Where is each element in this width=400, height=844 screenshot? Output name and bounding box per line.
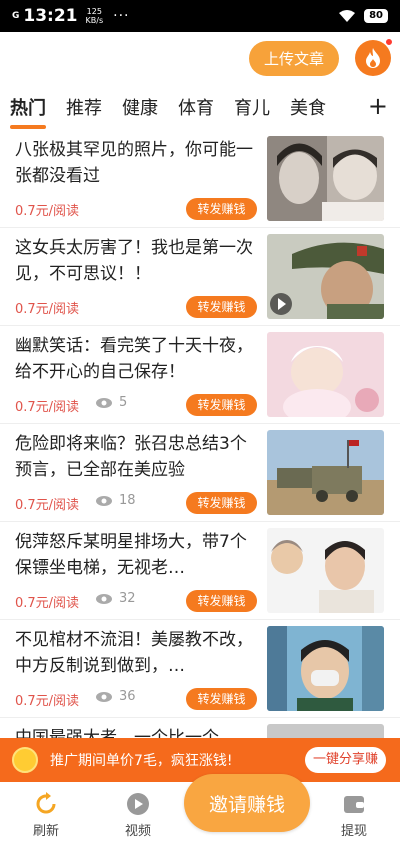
tab-parenting[interactable]: 育儿 xyxy=(234,94,270,120)
one-click-share-button[interactable]: 一键分享赚 xyxy=(304,747,386,773)
hot-fire-button[interactable] xyxy=(355,38,393,76)
share-earn-button[interactable]: 转发赚钱 xyxy=(186,296,257,318)
article-title: 这女兵太厉害了！我也是第一次见，不可思议！！ xyxy=(15,238,253,284)
coin-icon xyxy=(12,747,38,773)
share-earn-button[interactable]: 转发赚钱 xyxy=(186,394,257,416)
article-title: 八张极其罕见的照片，你可能一张都没看过 xyxy=(15,140,253,186)
article-feed: 八张极其罕见的照片，你可能一张都没看过 0.7元/阅读 转发赚钱 这女兵太厉害了… xyxy=(0,130,400,738)
eye-icon xyxy=(96,691,112,702)
battery-icon: 80 xyxy=(364,9,388,23)
view-count: 18 xyxy=(95,493,136,508)
network-speed: 125 KB/s xyxy=(85,7,104,25)
article-item[interactable]: 倪萍怒斥某明星排场大，带7个保镖坐电梯，无视老… 0.7元/阅读 32 转发赚钱 xyxy=(0,522,400,620)
article-title: 不见棺材不流泪！美屡教不改，中方反制说到做到，… xyxy=(15,630,253,676)
article-thumbnail xyxy=(267,136,384,221)
wifi-icon xyxy=(339,10,356,22)
article-item[interactable]: 幽默笑话：看完笑了十天十夜，给不开心的自己保存！ 0.7元/阅读 5 转发赚钱 xyxy=(0,326,400,424)
nav-video[interactable]: 视频 xyxy=(108,792,168,839)
eye-icon xyxy=(96,495,112,506)
article-title: 中国最强大者，一个比一个 xyxy=(15,728,219,738)
share-earn-button[interactable]: 转发赚钱 xyxy=(186,198,257,220)
article-price: 0.7元/阅读 xyxy=(15,694,80,709)
article-thumbnail xyxy=(267,724,384,738)
nav-refresh[interactable]: 刷新 xyxy=(16,792,76,839)
article-thumbnail xyxy=(267,528,384,613)
tab-sports[interactable]: 体育 xyxy=(178,94,214,120)
more-notifications-icon: ··· xyxy=(113,8,130,24)
signal-indicator: G xyxy=(12,10,20,21)
video-icon xyxy=(127,793,149,815)
view-count: 5 xyxy=(95,395,127,410)
app-header: 上传文章 xyxy=(0,32,400,86)
promo-text: 推广期间单价7毛，疯狂涨钱! xyxy=(50,753,233,769)
tab-hot[interactable]: 热门 xyxy=(10,94,46,129)
article-item[interactable]: 这女兵太厉害了！我也是第一次见，不可思议！！ 0.7元/阅读 转发赚钱 xyxy=(0,228,400,326)
notification-dot xyxy=(385,38,393,46)
article-price: 0.7元/阅读 xyxy=(15,498,80,513)
article-item[interactable]: 危险即将来临？张召忠总结3个预言，已全部在美应验 0.7元/阅读 18 转发赚钱 xyxy=(0,424,400,522)
article-item[interactable]: 八张极其罕见的照片，你可能一张都没看过 0.7元/阅读 转发赚钱 xyxy=(0,130,400,228)
article-title: 倪萍怒斥某明星排场大，带7个保镖坐电梯，无视老… xyxy=(15,532,247,578)
tab-recommend[interactable]: 推荐 xyxy=(66,94,102,120)
article-thumbnail xyxy=(267,332,384,417)
view-count: 36 xyxy=(95,689,136,704)
invite-earn-button[interactable]: 邀请赚钱 xyxy=(184,774,310,832)
article-thumbnail xyxy=(267,430,384,515)
clock: 13:21 xyxy=(23,6,78,26)
refresh-icon xyxy=(36,792,56,814)
bottom-navigation: 刷新 视频 邀请赚钱 提现 xyxy=(0,774,400,844)
category-tabs: 热门 推荐 健康 体育 育儿 美食 + xyxy=(0,86,400,129)
add-tab-button[interactable]: + xyxy=(368,92,388,120)
eye-icon xyxy=(96,397,112,408)
article-price: 0.7元/阅读 xyxy=(15,204,80,219)
nav-withdraw[interactable]: 提现 xyxy=(324,792,384,839)
wallet-icon xyxy=(344,796,364,813)
article-item[interactable]: 中国最强大者，一个比一个 xyxy=(0,718,400,738)
video-thumbnail[interactable] xyxy=(267,234,384,319)
tab-health[interactable]: 健康 xyxy=(122,94,158,120)
share-earn-button[interactable]: 转发赚钱 xyxy=(186,590,257,612)
article-title: 幽默笑话：看完笑了十天十夜，给不开心的自己保存！ xyxy=(15,336,253,382)
view-count: 32 xyxy=(95,591,136,606)
upload-article-button[interactable]: 上传文章 xyxy=(249,41,339,76)
fire-icon xyxy=(366,48,380,68)
tab-food[interactable]: 美食 xyxy=(290,94,326,120)
promo-banner: 推广期间单价7毛，疯狂涨钱! 一键分享赚 xyxy=(0,738,400,782)
article-price: 0.7元/阅读 xyxy=(15,400,80,415)
share-earn-button[interactable]: 转发赚钱 xyxy=(186,492,257,514)
article-thumbnail xyxy=(267,626,384,711)
eye-icon xyxy=(96,593,112,604)
article-price: 0.7元/阅读 xyxy=(15,302,80,317)
article-item[interactable]: 不见棺材不流泪！美屡教不改，中方反制说到做到，… 0.7元/阅读 36 转发赚钱 xyxy=(0,620,400,718)
status-bar: G 13:21 125 KB/s ··· 80 xyxy=(0,0,400,32)
share-earn-button[interactable]: 转发赚钱 xyxy=(186,688,257,710)
article-price: 0.7元/阅读 xyxy=(15,596,80,611)
article-title: 危险即将来临？张召忠总结3个预言，已全部在美应验 xyxy=(15,434,247,480)
